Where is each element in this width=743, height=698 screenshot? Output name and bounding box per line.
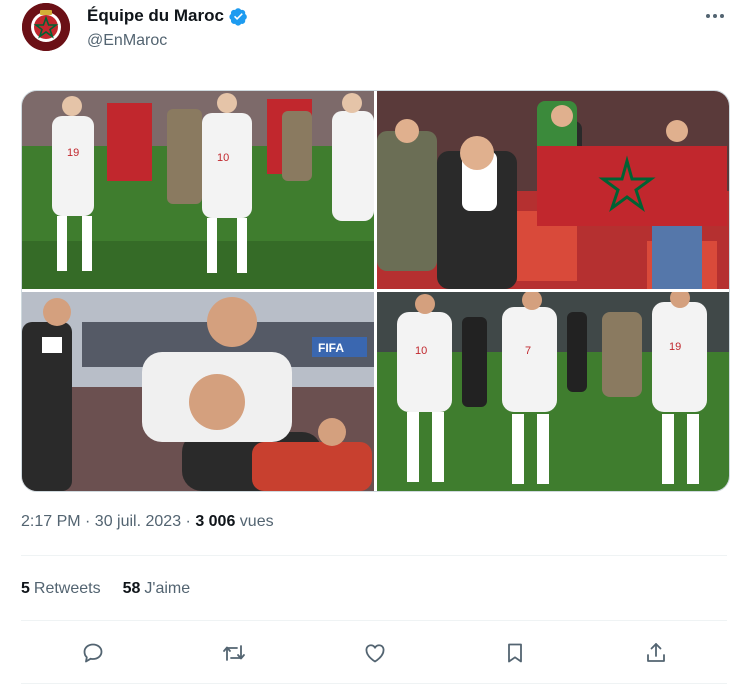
more-dots-icon <box>706 14 724 18</box>
share-button[interactable] <box>643 640 669 666</box>
retweets-stat[interactable]: 5 Retweets <box>21 580 101 598</box>
svg-text:10: 10 <box>415 345 427 357</box>
avatar[interactable] <box>22 3 70 51</box>
team-crest-icon <box>22 3 70 51</box>
like-button[interactable] <box>362 640 388 666</box>
svg-text:7: 7 <box>525 345 531 357</box>
tweet-timestamp[interactable]: 2:17 PM · 30 juil. 2023 · <box>21 513 195 530</box>
svg-text:19: 19 <box>669 341 681 353</box>
share-icon <box>647 643 665 662</box>
action-bar <box>0 640 743 666</box>
svg-text:19: 19 <box>67 147 79 159</box>
more-options-button[interactable] <box>703 6 727 26</box>
photo-fans-with-flag[interactable] <box>377 91 729 289</box>
author-handle[interactable]: @EnMaroc <box>87 32 248 50</box>
retweets-label: Retweets <box>33 580 101 597</box>
bookmark-icon <box>508 643 522 663</box>
svg-text:10: 10 <box>217 152 229 164</box>
retweets-count: 5 <box>21 580 30 597</box>
heart-icon <box>365 644 385 663</box>
bookmark-button[interactable] <box>502 640 528 666</box>
retweet-icon <box>223 645 245 661</box>
reply-button[interactable] <box>80 640 106 666</box>
likes-count: 58 <box>122 580 141 597</box>
likes-stat[interactable]: 58 J'aime <box>123 580 191 598</box>
likes-label: J'aime <box>144 580 191 597</box>
media-grid: 19 10 FIFA 10 7 19 <box>21 90 730 492</box>
divider <box>21 683 727 684</box>
tweet-metadata: 2:17 PM · 30 juil. 2023 · 3 006 vues <box>21 513 274 531</box>
retweet-button[interactable] <box>221 640 247 666</box>
divider <box>21 555 727 556</box>
divider <box>21 620 727 621</box>
tweet: Équipe du Maroc @EnMaroc 19 10 FIFA 10 7… <box>0 0 743 698</box>
photo-players-dancing[interactable]: 10 7 19 <box>377 292 729 491</box>
photo-players-celebrating[interactable]: 19 10 <box>22 91 374 289</box>
view-label: vues <box>235 513 274 530</box>
author-info: Équipe du Maroc @EnMaroc <box>87 6 248 50</box>
view-count: 3 006 <box>195 513 236 530</box>
author-name[interactable]: Équipe du Maroc <box>87 6 224 26</box>
engagement-stats: 5 Retweets 58 J'aime <box>21 580 190 598</box>
verified-badge-icon <box>229 7 247 26</box>
reply-icon <box>83 643 103 663</box>
photo-player-piggyback[interactable]: FIFA <box>22 292 374 491</box>
svg-text:FIFA: FIFA <box>318 341 344 355</box>
